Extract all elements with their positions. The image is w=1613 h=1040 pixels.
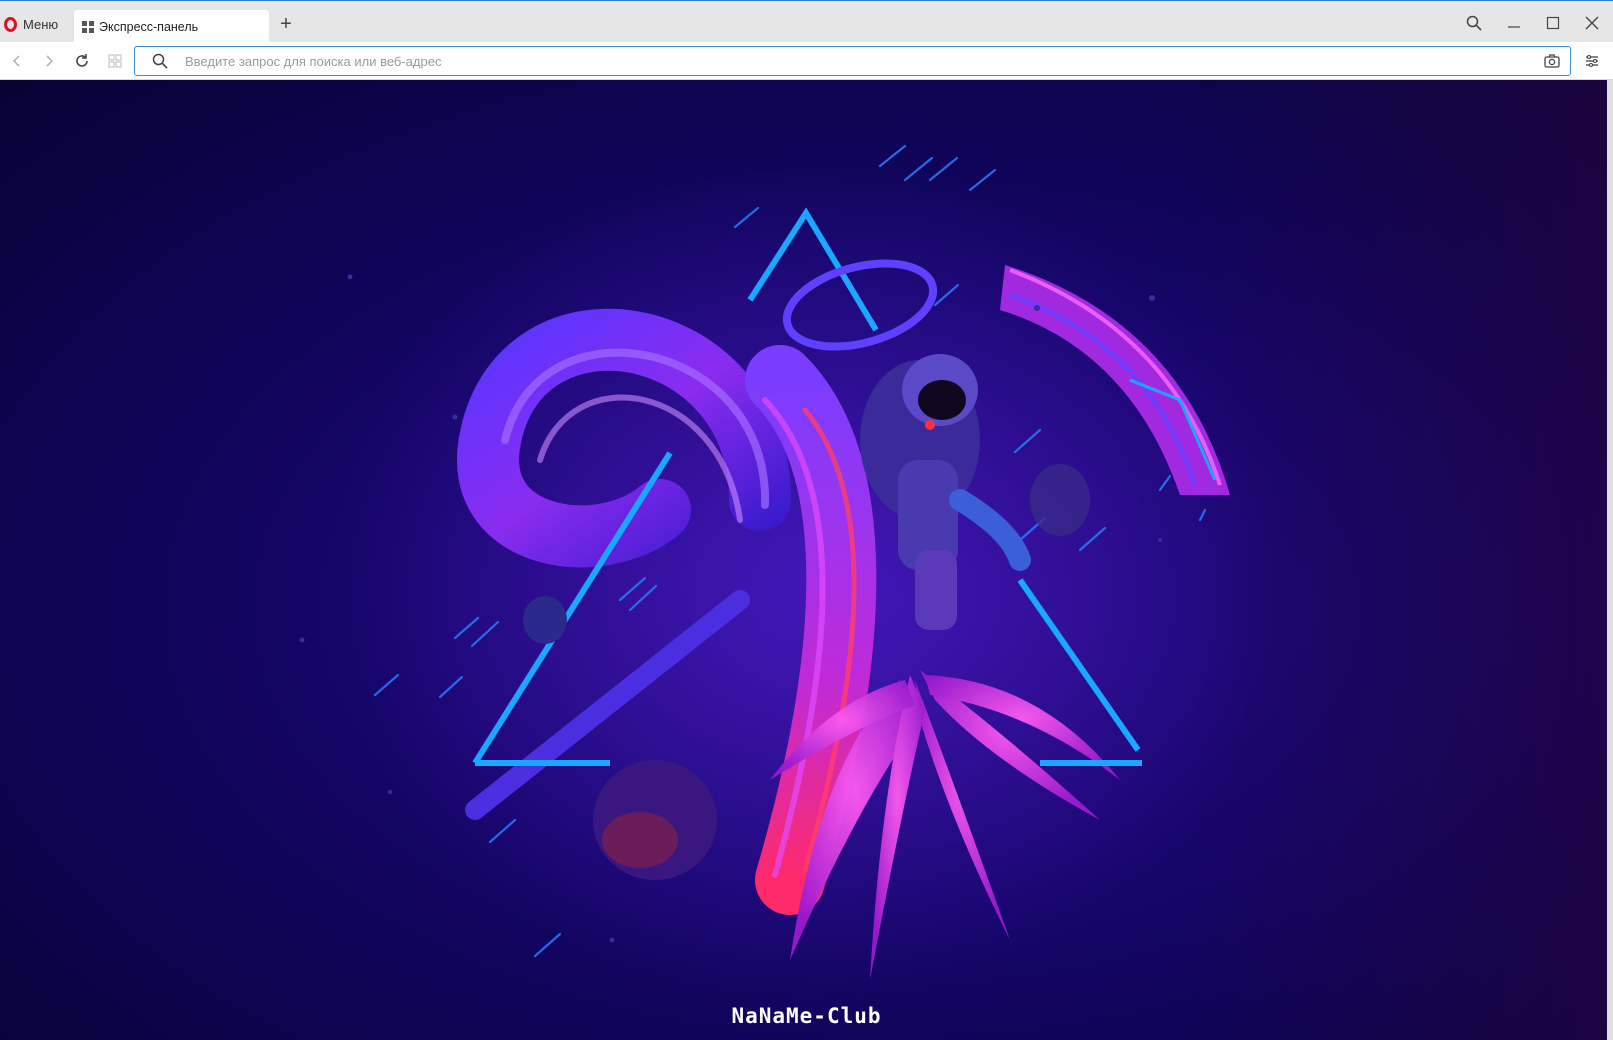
tab-strip: Меню Экспресс-панель + (0, 0, 1613, 43)
speed-dial-page: NaNaMe-Club (0, 80, 1613, 1040)
menu-lines-icon (1586, 55, 1598, 67)
search-icon (152, 53, 168, 69)
minimize-icon[interactable] (1502, 11, 1526, 35)
navigation-bar (0, 42, 1613, 80)
opera-menu-button[interactable]: Меню (4, 13, 58, 35)
window-right-edge (1607, 80, 1613, 1040)
address-input[interactable] (185, 51, 1485, 71)
reload-icon (76, 54, 88, 67)
close-icon[interactable] (1580, 11, 1604, 35)
window-search-icon[interactable] (1462, 11, 1486, 35)
tab-overview-button[interactable] (103, 49, 127, 73)
maximize-icon[interactable] (1541, 11, 1565, 35)
tab-title: Экспресс-панель (99, 19, 199, 34)
easy-setup-button[interactable] (1580, 49, 1604, 73)
chevron-right-icon (46, 55, 54, 67)
address-bar[interactable] (134, 46, 1571, 76)
tab-speed-dial[interactable]: Экспресс-панель (74, 10, 269, 43)
back-button[interactable] (5, 49, 29, 73)
menu-label: Меню (23, 16, 59, 32)
reload-button[interactable] (70, 49, 94, 73)
wallpaper-watermark: NaNaMe-Club (731, 1004, 882, 1028)
speed-dial-grid-icon (82, 20, 94, 33)
forward-button[interactable] (37, 49, 61, 73)
opera-logo-icon (4, 16, 17, 32)
chevron-left-icon (12, 55, 20, 67)
grid-icon (108, 54, 122, 68)
wallpaper-artwork (299, 144, 1290, 1000)
new-tab-button[interactable]: + (276, 14, 296, 34)
camera-icon[interactable] (1544, 53, 1560, 69)
browser-window: Меню Экспресс-панель + Введите запрос дл… (0, 0, 1613, 1040)
